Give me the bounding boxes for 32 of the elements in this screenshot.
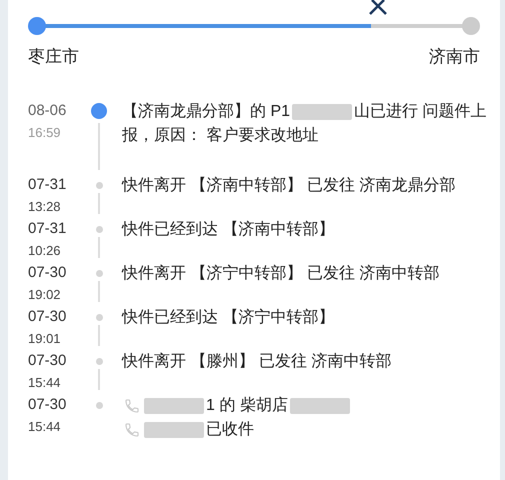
destination-city: 济南市 <box>429 46 480 68</box>
event-date: 07-30 <box>28 306 68 326</box>
event-time: 13:28 <box>28 198 62 216</box>
event-date: 07-30 <box>28 262 68 282</box>
event-text: 山已进行 问题件上 <box>354 102 486 122</box>
redacted-mark <box>144 422 204 438</box>
event-date: 07-30 <box>28 394 68 414</box>
event-time: 10:26 <box>28 242 62 260</box>
event-text: 快件已经到达 【济南中转部】 <box>122 220 334 240</box>
redacted-mark <box>290 398 350 414</box>
event-text: 1 的 柴胡店 <box>206 396 288 416</box>
phone-icon <box>124 398 140 414</box>
redacted-mark <box>292 104 352 120</box>
phone-icon <box>124 422 140 438</box>
event-time: 19:01 <box>28 330 62 348</box>
event-text: 【济南龙鼎分部】的 P1 <box>122 102 290 122</box>
event-text: 快件离开 【滕州】 已发往 济南中转部 <box>122 352 392 372</box>
event-time: 15:44 <box>28 418 62 436</box>
event-date: 08-06 <box>28 100 68 120</box>
event-time: 15:44 <box>28 374 62 392</box>
event-date: 07-31 <box>28 174 68 194</box>
event-time: 16:59 <box>28 124 62 142</box>
event-time: 19:02 <box>28 286 62 304</box>
event-text: 报，原因： 客户要求改地址 <box>122 126 318 146</box>
event-text: 快件已经到达 【济宁中转部】 <box>122 308 334 328</box>
event-text: 快件离开 【济宁中转部】 已发往 济南中转部 <box>122 264 440 284</box>
event-text: 已收件 <box>206 420 254 440</box>
origin-city: 枣庄市 <box>28 46 79 68</box>
event-text: 快件离开 【济南中转部】 已发往 济南龙鼎分部 <box>122 176 456 196</box>
event-date: 07-31 <box>28 218 68 238</box>
event-date: 07-30 <box>28 350 68 370</box>
redacted-mark <box>144 398 204 414</box>
